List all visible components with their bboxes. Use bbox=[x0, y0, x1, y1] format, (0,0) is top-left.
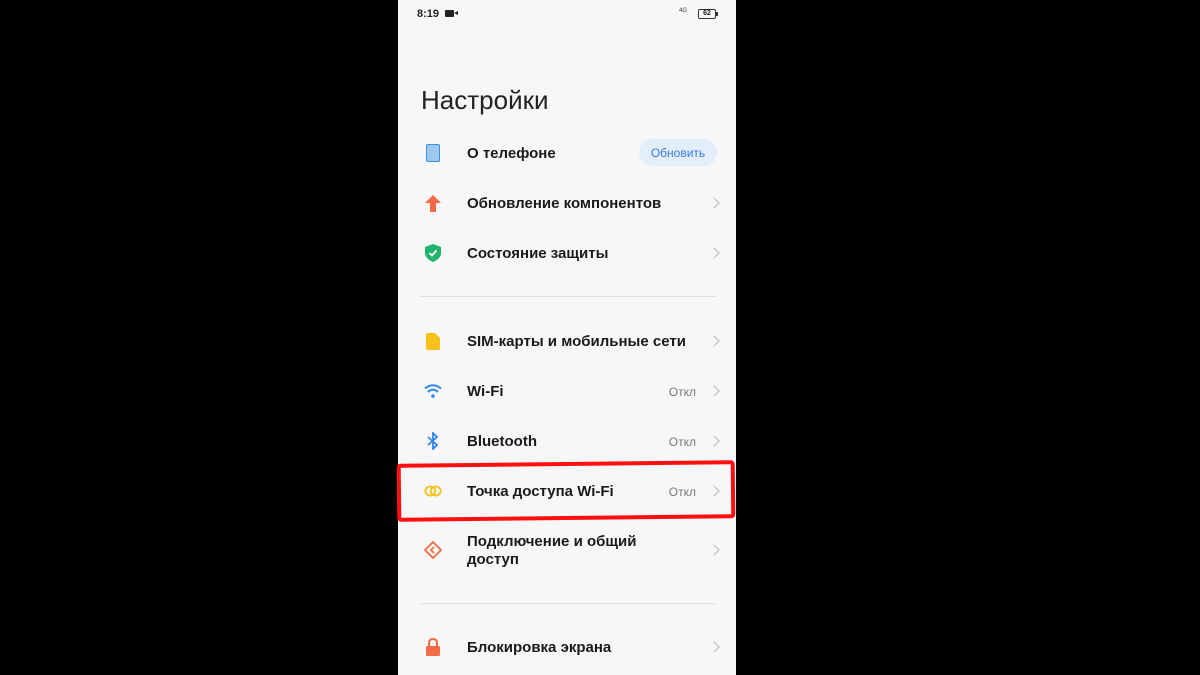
section-divider bbox=[420, 603, 716, 604]
settings-item-label: Обновление компонентов bbox=[467, 195, 662, 212]
wifi-icon bbox=[424, 382, 442, 400]
settings-item-label: Подключение и общий доступ bbox=[467, 533, 636, 569]
settings-item-label-line2: доступ bbox=[467, 551, 519, 568]
status-bar: 8:19 4G 62 bbox=[398, 0, 736, 28]
status-time: 8:19 bbox=[417, 8, 440, 20]
settings-item-label: Wi-Fi bbox=[467, 383, 504, 400]
chevron-right-icon bbox=[708, 544, 720, 556]
settings-item-connection-sharing[interactable]: Подключение и общий доступ bbox=[398, 525, 736, 575]
update-button[interactable]: Обновить bbox=[639, 139, 717, 166]
settings-item-label-line1: Подключение и общий bbox=[467, 533, 637, 550]
lock-icon bbox=[424, 638, 442, 656]
arrow-up-icon bbox=[424, 194, 442, 212]
settings-item-value: Откл bbox=[668, 385, 696, 399]
settings-item-component-update[interactable]: Обновление компонентов bbox=[398, 178, 736, 228]
phone-icon bbox=[424, 144, 442, 162]
settings-item-value: Откл bbox=[668, 435, 696, 449]
settings-item-label: Bluetooth bbox=[467, 433, 537, 450]
settings-item-label: О телефоне bbox=[467, 145, 556, 162]
sim-icon bbox=[424, 332, 442, 350]
signal-indicator: 4G bbox=[679, 8, 688, 14]
section-divider bbox=[420, 296, 716, 297]
settings-item-security-status[interactable]: Состояние защиты bbox=[398, 228, 736, 278]
chevron-right-icon bbox=[708, 247, 720, 259]
settings-item-screen-lock[interactable]: Блокировка экрана bbox=[398, 622, 736, 672]
shield-icon bbox=[424, 244, 442, 262]
red-highlight-annotation bbox=[396, 460, 736, 522]
chevron-right-icon bbox=[708, 435, 720, 447]
share-icon bbox=[424, 541, 442, 559]
settings-item-label: Состояние защиты bbox=[467, 245, 609, 262]
chevron-right-icon bbox=[708, 641, 720, 653]
chevron-right-icon bbox=[708, 335, 720, 347]
settings-item-wifi[interactable]: Wi-Fi Откл bbox=[398, 366, 736, 416]
bluetooth-icon bbox=[424, 432, 442, 450]
page-title: Настройки bbox=[421, 85, 549, 115]
chevron-right-icon bbox=[708, 197, 720, 209]
settings-item-label: SIM-карты и мобильные сети bbox=[467, 333, 686, 350]
settings-item-bluetooth[interactable]: Bluetooth Откл bbox=[398, 416, 736, 466]
settings-item-label: Блокировка экрана bbox=[467, 639, 612, 656]
screen-record-icon bbox=[445, 10, 458, 17]
chevron-right-icon bbox=[708, 385, 720, 397]
battery-indicator: 62 bbox=[698, 9, 718, 19]
settings-item-sim-cards[interactable]: SIM-карты и мобильные сети bbox=[398, 316, 736, 366]
phone-screen: 8:19 4G 62 Настройки О телефоне Обновить… bbox=[398, 0, 736, 675]
